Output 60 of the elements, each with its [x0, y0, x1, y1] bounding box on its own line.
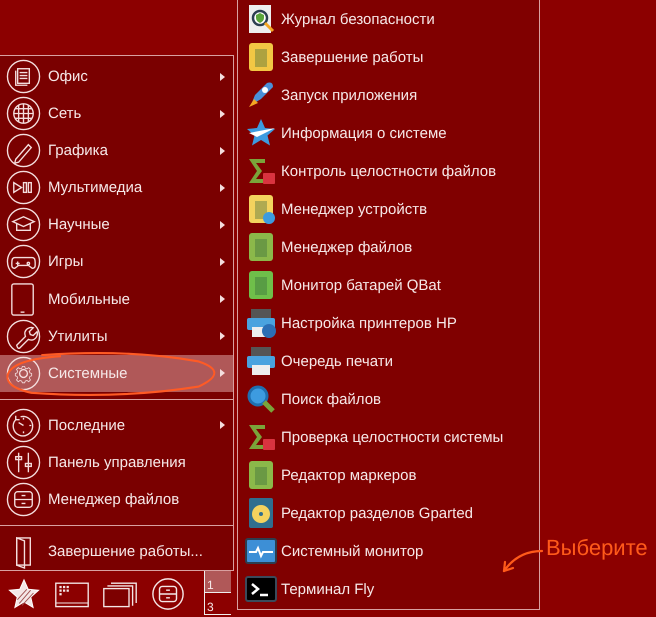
submenu-item-label: Монитор батарей QBat	[281, 276, 441, 294]
menu-item-label: Графика	[48, 142, 109, 160]
submenu-item-label: Терминал Fly	[281, 580, 374, 598]
menu-item[interactable]: Мультимедиа	[0, 169, 233, 206]
submenu-item-label: Поиск файлов	[281, 390, 382, 408]
submenu-item-label: Журнал безопасности	[281, 10, 435, 28]
menu-item[interactable]: Утилиты	[0, 318, 233, 355]
menu-item-label: Системные	[48, 364, 128, 382]
submenu-item[interactable]: Поиск файлов	[238, 380, 539, 418]
submenu-item-label: Редактор разделов Gparted	[281, 504, 473, 522]
menu-item-label: Офис	[48, 68, 89, 86]
menu-item[interactable]: Мобильные	[0, 280, 233, 318]
menu-item[interactable]: Научные	[0, 206, 233, 244]
submenu-item-label: Менеджер устройств	[281, 200, 428, 218]
submenu-item-label: Проверка целостности системы	[281, 428, 504, 446]
submenu-item[interactable]: Редактор разделов Gparted	[238, 494, 539, 532]
submenu-item-label: Системный монитор	[281, 542, 424, 560]
submenu-item-label: Завершение работы	[281, 48, 424, 66]
submenu-item[interactable]: Очередь печати	[238, 342, 539, 380]
menu-item-label: Менеджер файлов	[48, 490, 180, 508]
submenu-item-label: Запуск приложения	[281, 86, 418, 104]
menu-item[interactable]: Офис	[0, 58, 233, 96]
menu-item-label: Завершение работы...	[48, 542, 204, 560]
menu-item[interactable]: Последние	[0, 406, 233, 444]
menu-item-label: Панель управления	[48, 454, 187, 471]
menu-item-label: Мобильные	[48, 290, 131, 308]
menu-item[interactable]: Менеджер файлов	[0, 480, 233, 518]
menu-item[interactable]: Сеть	[0, 95, 233, 132]
submenu-item-label: Настройка принтеров HP	[281, 314, 457, 332]
menu-item-label: Сеть	[48, 105, 82, 122]
submenu-item[interactable]: Менеджер файлов	[238, 228, 539, 266]
annotation-text: Выберите	[546, 535, 648, 561]
submenu-item[interactable]: Настройка принтеров HP	[238, 304, 539, 342]
menu-item-label: Игры	[48, 253, 84, 270]
menu-item[interactable]: Панель управления	[0, 444, 233, 481]
submenu-item[interactable]: Редактор маркеров	[238, 456, 539, 494]
submenu-item[interactable]: Информация о системе	[238, 114, 539, 152]
submenu-item-label: Менеджер файлов	[281, 238, 412, 256]
menu-item-label: Научные	[48, 216, 111, 234]
menu-item-label: Утилиты	[48, 328, 109, 345]
submenu-item[interactable]: Менеджер устройств	[238, 190, 539, 228]
menu-item[interactable]: Графика	[0, 132, 233, 170]
menu-item[interactable]: Игры	[0, 243, 233, 280]
submenu-item[interactable]: Системный монитор	[238, 532, 539, 570]
submenu-item[interactable]: Проверка целостности системы	[238, 418, 539, 456]
workspace-cell[interactable]: 3	[205, 593, 231, 615]
submenu-item[interactable]: Завершение работы	[238, 38, 539, 76]
submenu-item-label: Информация о системе	[281, 124, 447, 142]
menu-item-label: Мультимедиа	[48, 179, 144, 196]
submenu-item-label: Контроль целостности файлов	[281, 162, 496, 180]
submenu-item[interactable]: Терминал Fly	[238, 570, 539, 608]
workspace-cell[interactable]: 1	[205, 571, 231, 593]
submenu-item[interactable]: Журнал безопасности	[238, 0, 539, 38]
submenu-item[interactable]: Монитор батарей QBat	[238, 266, 539, 304]
submenu-item[interactable]: Контроль целостности файлов	[238, 152, 539, 190]
submenu-item-label: Очередь печати	[281, 352, 393, 370]
submenu-item-label: Редактор маркеров	[281, 466, 416, 484]
submenu-item[interactable]: Запуск приложения	[238, 76, 539, 114]
menu-item-label: Последние	[48, 416, 126, 434]
menu-item[interactable]: Завершение работы...	[0, 532, 233, 570]
